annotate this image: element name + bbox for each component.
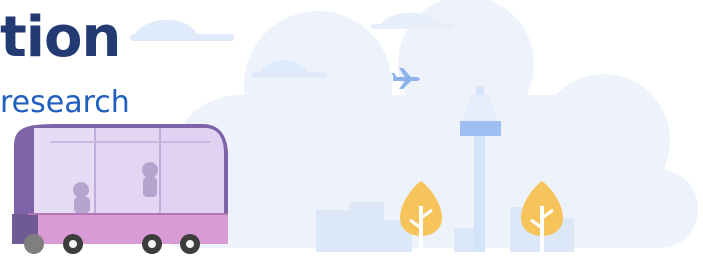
banner-headline: tion: [0, 5, 121, 70]
hero-banner: tion research: [0, 0, 703, 261]
shuttle-icon: [12, 124, 228, 254]
cloud-icon: [130, 19, 234, 41]
banner-subline: research: [0, 85, 130, 120]
